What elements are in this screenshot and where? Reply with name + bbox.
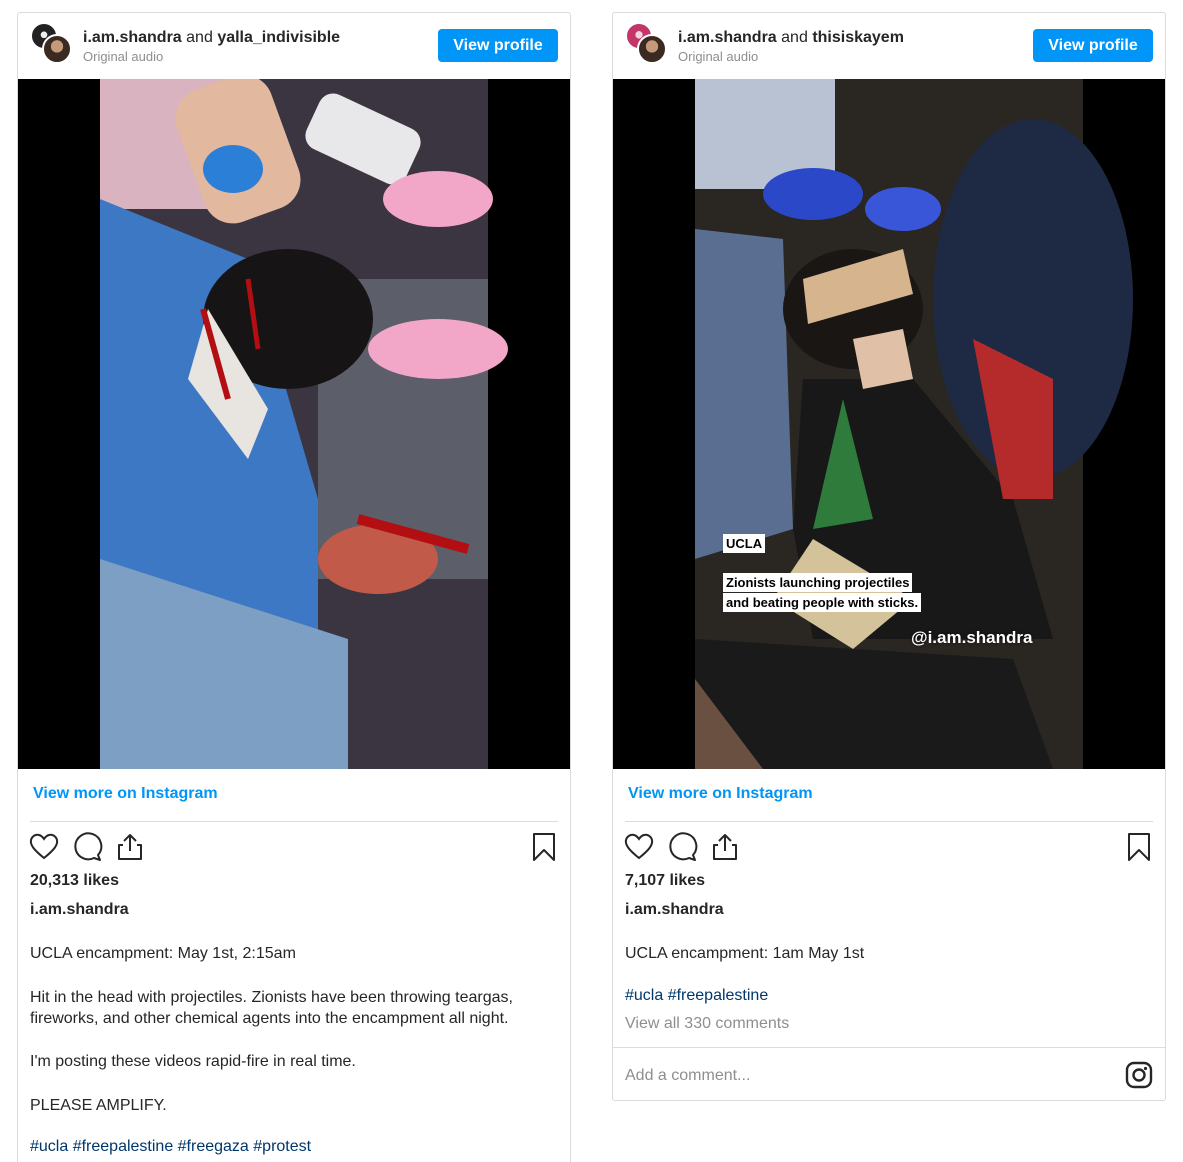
comment-icon[interactable]: [71, 831, 103, 863]
post-header: i.am.shandra and thisiskayem Original au…: [613, 13, 1165, 79]
post-usernames: i.am.shandra and yalla_indivisible: [83, 28, 340, 48]
video-watermark: @i.am.shandra: [911, 628, 1033, 647]
collab-avatars[interactable]: [30, 22, 74, 66]
video-overlay-tag: UCLA: [723, 534, 766, 553]
heart-icon[interactable]: [28, 831, 60, 863]
divider: [625, 821, 1153, 822]
username-link[interactable]: yalla_indivisible: [217, 29, 340, 46]
view-profile-button[interactable]: View profile: [1033, 29, 1153, 62]
comment-bar: Add a comment...: [613, 1047, 1165, 1100]
caption-author[interactable]: i.am.shandra: [625, 901, 724, 919]
caption-line: UCLA encampment: 1am May 1st: [625, 945, 865, 962]
divider: [30, 821, 558, 822]
likes-count[interactable]: 20,313 likes: [30, 872, 119, 890]
caption-line: fireworks, and other chemical agents int…: [30, 1010, 509, 1027]
bookmark-icon[interactable]: [1123, 831, 1155, 863]
view-more-link[interactable]: View more on Instagram: [33, 785, 218, 803]
view-more-link[interactable]: View more on Instagram: [628, 785, 813, 803]
caption-author[interactable]: i.am.shandra: [30, 901, 129, 919]
likes-count[interactable]: 7,107 likes: [625, 872, 705, 890]
post-video[interactable]: UCLA Zionists launching projectiles and …: [613, 79, 1165, 769]
caption-line: Hit in the head with projectiles. Zionis…: [30, 989, 513, 1006]
video-frame-image: [18, 79, 570, 769]
username-link[interactable]: i.am.shandra: [678, 29, 777, 46]
comment-icon[interactable]: [666, 831, 698, 863]
collab-avatars[interactable]: [625, 22, 669, 66]
avatar[interactable]: [637, 34, 667, 64]
share-icon[interactable]: [114, 831, 146, 863]
post-header: i.am.shandra and yalla_indivisible Origi…: [18, 13, 570, 79]
audio-label[interactable]: Original audio: [83, 49, 163, 64]
username-link[interactable]: thisiskayem: [812, 29, 904, 46]
instagram-embed-post-2: i.am.shandra and thisiskayem Original au…: [612, 12, 1166, 1101]
audio-label[interactable]: Original audio: [678, 49, 758, 64]
instagram-logo-icon[interactable]: [1125, 1061, 1153, 1089]
add-comment-input[interactable]: Add a comment...: [625, 1067, 750, 1085]
hashtags[interactable]: #ucla #freepalestine #freegaza #protest: [30, 1138, 311, 1156]
instagram-embed-post-1: i.am.shandra and yalla_indivisible Origi…: [17, 12, 571, 1162]
hashtags[interactable]: #ucla #freepalestine: [625, 987, 768, 1005]
post-usernames: i.am.shandra and thisiskayem: [678, 28, 904, 48]
action-bar: [28, 829, 560, 865]
video-overlay-text: and beating people with sticks.: [723, 593, 922, 612]
share-icon[interactable]: [709, 831, 741, 863]
caption-line: PLEASE AMPLIFY.: [30, 1097, 167, 1114]
view-all-comments-link[interactable]: View all 330 comments: [625, 1015, 789, 1033]
conjunction-text: and: [781, 29, 808, 46]
bookmark-icon[interactable]: [528, 831, 560, 863]
caption-line: I'm posting these videos rapid-fire in r…: [30, 1053, 356, 1070]
conjunction-text: and: [186, 29, 213, 46]
avatar[interactable]: [42, 34, 72, 64]
caption-line: UCLA encampment: May 1st, 2:15am: [30, 945, 296, 962]
heart-icon[interactable]: [623, 831, 655, 863]
username-link[interactable]: i.am.shandra: [83, 29, 182, 46]
action-bar: [623, 829, 1155, 865]
video-overlay-text: Zionists launching projectiles: [723, 573, 913, 592]
video-frame-image: [613, 79, 1165, 769]
view-profile-button[interactable]: View profile: [438, 29, 558, 62]
post-video[interactable]: [18, 79, 570, 769]
